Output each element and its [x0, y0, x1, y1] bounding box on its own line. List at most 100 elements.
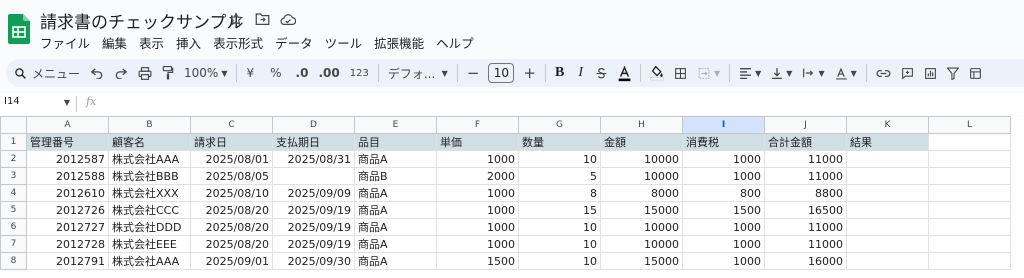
- column-header-a[interactable]: A: [26, 116, 109, 134]
- paint-format-button[interactable]: [157, 61, 179, 85]
- table-cell[interactable]: 1000: [436, 150, 519, 168]
- table-cell[interactable]: 株式会社EEE: [108, 235, 191, 253]
- sheets-logo-icon[interactable]: [8, 14, 30, 44]
- number-format-button[interactable]: 123: [345, 61, 374, 85]
- text-color-button[interactable]: [613, 61, 636, 85]
- table-cell[interactable]: [928, 167, 1011, 185]
- text-wrap-button[interactable]: ▼: [797, 61, 829, 85]
- bold-button[interactable]: B: [550, 61, 569, 85]
- table-cell[interactable]: [928, 150, 1011, 168]
- table-cell[interactable]: 2000: [436, 167, 519, 185]
- table-cell[interactable]: 1000: [436, 184, 519, 202]
- menu-data[interactable]: データ: [275, 33, 313, 52]
- table-cell[interactable]: 11000: [764, 150, 847, 168]
- move-folder-icon[interactable]: [254, 11, 270, 27]
- vertical-align-button[interactable]: ▼: [766, 61, 797, 85]
- menu-edit[interactable]: 編集: [102, 33, 127, 52]
- table-cell[interactable]: 10: [518, 218, 601, 236]
- row-header[interactable]: 3: [0, 167, 27, 185]
- currency-format-button[interactable]: ¥: [241, 61, 259, 85]
- insert-comment-button[interactable]: [896, 61, 919, 85]
- filter-button[interactable]: [942, 61, 964, 85]
- table-cell[interactable]: 2012610: [26, 184, 109, 202]
- header-cell[interactable]: 管理番号: [26, 133, 109, 151]
- table-cell[interactable]: 800: [682, 184, 765, 202]
- table-cell[interactable]: 1000: [682, 235, 765, 253]
- print-button[interactable]: [133, 61, 157, 85]
- decrease-decimal-button[interactable]: .0: [291, 61, 314, 85]
- table-cell[interactable]: 商品A: [354, 201, 437, 219]
- header-cell[interactable]: 合計金額: [764, 133, 847, 151]
- table-cell[interactable]: 商品B: [354, 167, 437, 185]
- column-header-d[interactable]: D: [272, 116, 355, 134]
- table-cell[interactable]: [928, 184, 1011, 202]
- header-cell[interactable]: 消費税: [682, 133, 765, 151]
- undo-button[interactable]: [85, 61, 109, 85]
- row-header[interactable]: 6: [0, 218, 27, 236]
- menu-tools[interactable]: ツール: [325, 33, 363, 52]
- table-cell[interactable]: 1000: [682, 150, 765, 168]
- row-header[interactable]: 2: [0, 150, 27, 168]
- font-size-input[interactable]: 10: [488, 63, 515, 83]
- table-cell[interactable]: 10: [518, 235, 601, 253]
- table-cell[interactable]: 11000: [764, 218, 847, 236]
- table-cell[interactable]: [928, 201, 1011, 219]
- insert-link-button[interactable]: [871, 61, 896, 85]
- column-header-h[interactable]: H: [600, 116, 683, 134]
- row-header[interactable]: 7: [0, 235, 27, 253]
- menu-search-button[interactable]: メニュー: [6, 61, 85, 85]
- column-header-l[interactable]: L: [928, 116, 1011, 134]
- table-cell[interactable]: 2025/09/09: [272, 184, 355, 202]
- percent-format-button[interactable]: %: [265, 61, 286, 85]
- table-cell[interactable]: [928, 235, 1011, 253]
- table-cell[interactable]: 16500: [764, 201, 847, 219]
- table-cell[interactable]: 16000: [764, 252, 847, 270]
- menu-file[interactable]: ファイル: [40, 33, 90, 52]
- table-cell[interactable]: 株式会社BBB: [108, 167, 191, 185]
- menu-insert[interactable]: 挿入: [176, 33, 201, 52]
- table-cell[interactable]: 2025/09/19: [272, 218, 355, 236]
- increase-decimal-button[interactable]: .00: [313, 61, 344, 85]
- row-header[interactable]: 5: [0, 201, 27, 219]
- table-cell[interactable]: 1000: [436, 218, 519, 236]
- table-cell[interactable]: 8: [518, 184, 601, 202]
- menu-view[interactable]: 表示: [139, 33, 164, 52]
- table-cell[interactable]: 10000: [600, 150, 683, 168]
- column-header-e[interactable]: E: [354, 116, 437, 134]
- table-cell[interactable]: 2025/09/30: [272, 252, 355, 270]
- font-family-select[interactable]: デフォ... ▼: [383, 61, 453, 85]
- table-cell[interactable]: 10000: [600, 167, 683, 185]
- table-cell[interactable]: [928, 218, 1011, 236]
- table-cell[interactable]: 2012588: [26, 167, 109, 185]
- cloud-saved-icon[interactable]: [280, 11, 296, 27]
- header-cell[interactable]: 金額: [600, 133, 683, 151]
- table-cell[interactable]: 1000: [436, 201, 519, 219]
- table-cell[interactable]: 1000: [436, 235, 519, 253]
- table-cell[interactable]: 2025/08/20: [190, 218, 273, 236]
- table-cell[interactable]: 株式会社AAA: [108, 150, 191, 168]
- name-box[interactable]: I14 ▼: [4, 96, 70, 112]
- table-cell[interactable]: [272, 167, 355, 185]
- header-cell[interactable]: 結果: [846, 133, 929, 151]
- table-cell[interactable]: [846, 150, 929, 168]
- merge-cells-button[interactable]: ▼: [692, 61, 725, 85]
- strikethrough-button[interactable]: [590, 61, 613, 85]
- table-cell[interactable]: 株式会社DDD: [108, 218, 191, 236]
- header-cell[interactable]: 品目: [354, 133, 437, 151]
- table-cell[interactable]: 2012728: [26, 235, 109, 253]
- table-cell[interactable]: 8800: [764, 184, 847, 202]
- table-cell[interactable]: 15000: [600, 252, 683, 270]
- filter-views-button[interactable]: [964, 61, 987, 85]
- select-all-corner[interactable]: [0, 116, 27, 134]
- table-cell[interactable]: 2012726: [26, 201, 109, 219]
- table-cell[interactable]: 2025/09/19: [272, 201, 355, 219]
- column-header-c[interactable]: C: [190, 116, 273, 134]
- table-cell[interactable]: 2025/09/19: [272, 235, 355, 253]
- redo-button[interactable]: [109, 61, 133, 85]
- column-header-g[interactable]: G: [518, 116, 601, 134]
- italic-button[interactable]: I: [573, 61, 588, 85]
- table-cell[interactable]: 2025/08/10: [190, 184, 273, 202]
- table-cell[interactable]: 1000: [682, 218, 765, 236]
- header-cell[interactable]: 支払期日: [272, 133, 355, 151]
- header-cell[interactable]: 数量: [518, 133, 601, 151]
